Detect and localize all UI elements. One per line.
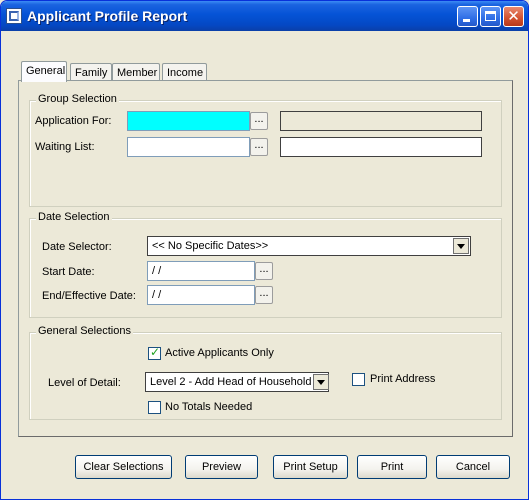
start-date-label: Start Date: — [42, 266, 95, 278]
application-for-input[interactable] — [127, 111, 250, 131]
general-selections-group: General Selections ✓ Active Applicants O… — [29, 325, 502, 420]
start-date-picker-button[interactable]: ... — [255, 262, 273, 280]
level-of-detail-label: Level of Detail: — [48, 377, 121, 389]
tab-family[interactable]: Family — [70, 63, 112, 81]
app-icon — [6, 8, 22, 24]
tab-general[interactable]: General — [21, 61, 67, 82]
maximize-button[interactable] — [480, 6, 501, 27]
level-of-detail-dropdown[interactable]: Level 2 - Add Head of Household L — [145, 372, 329, 392]
minimize-icon — [463, 19, 470, 22]
applicant-profile-report-window: Applicant Profile Report ✕ General Famil… — [0, 0, 529, 500]
no-totals-needed-checkbox[interactable] — [148, 401, 161, 414]
active-applicants-only-checkbox[interactable]: ✓ — [148, 345, 161, 360]
print-address-checkbox[interactable] — [352, 373, 365, 386]
date-selector-label: Date Selector: — [42, 241, 112, 253]
application-for-label: Application For: — [35, 115, 112, 127]
clear-selections-button[interactable]: Clear Selections — [75, 455, 172, 479]
close-button[interactable]: ✕ — [503, 6, 524, 27]
print-button[interactable]: Print — [357, 455, 427, 479]
date-selector-dropdown[interactable]: << No Specific Dates>> — [147, 236, 471, 256]
application-for-lookup-button[interactable]: ... — [250, 112, 268, 130]
title-bar[interactable]: Applicant Profile Report ✕ — [1, 1, 528, 31]
print-address-label[interactable]: Print Address — [370, 373, 435, 385]
level-of-detail-dropdown-arrow[interactable] — [313, 374, 329, 390]
end-date-picker-button[interactable]: ... — [255, 286, 273, 304]
waiting-list-description — [280, 137, 482, 157]
application-for-description — [280, 111, 482, 131]
active-applicants-only-label[interactable]: Active Applicants Only — [165, 347, 274, 359]
date-selection-group: Date Selection Date Selector: << No Spec… — [29, 211, 502, 318]
tab-income[interactable]: Income — [162, 63, 207, 81]
window-title: Applicant Profile Report — [27, 8, 188, 24]
checkmark-icon: ✓ — [150, 345, 161, 359]
maximize-icon — [485, 11, 496, 21]
end-date-input[interactable]: / / — [147, 285, 255, 305]
cancel-button[interactable]: Cancel — [436, 455, 510, 479]
no-totals-needed-label[interactable]: No Totals Needed — [165, 401, 252, 413]
close-icon: ✕ — [507, 7, 520, 25]
tab-member[interactable]: Member — [112, 63, 160, 81]
date-selection-legend: Date Selection — [36, 211, 112, 223]
print-setup-button[interactable]: Print Setup — [273, 455, 348, 479]
waiting-list-input[interactable] — [127, 137, 250, 157]
waiting-list-label: Waiting List: — [35, 141, 95, 153]
group-selection-group: Group Selection Application For: ... Wai… — [29, 93, 502, 207]
end-date-label: End/Effective Date: — [42, 290, 136, 302]
preview-button[interactable]: Preview — [185, 455, 258, 479]
general-tab-panel: Group Selection Application For: ... Wai… — [18, 80, 513, 437]
waiting-list-lookup-button[interactable]: ... — [250, 138, 268, 156]
start-date-input[interactable]: / / — [147, 261, 255, 281]
date-selector-dropdown-arrow[interactable] — [453, 238, 469, 254]
group-selection-legend: Group Selection — [36, 93, 119, 105]
general-selections-legend: General Selections — [36, 325, 133, 337]
minimize-button[interactable] — [457, 6, 478, 27]
